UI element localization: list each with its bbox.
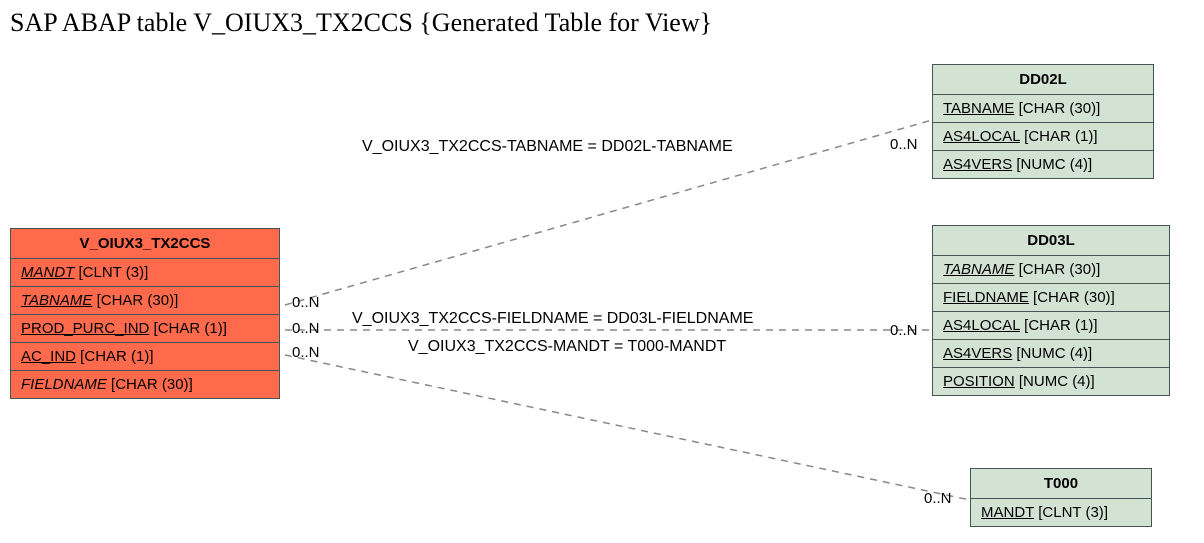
table-dd03l: DD03L TABNAME [CHAR (30)] FIELDNAME [CHA… — [932, 225, 1170, 396]
field-row: FIELDNAME [CHAR (30)] — [933, 284, 1169, 312]
field-row: AC_IND [CHAR (1)] — [11, 343, 279, 371]
field-row: FIELDNAME [CHAR (30)] — [11, 371, 279, 398]
cardinality: 0..N — [890, 322, 918, 339]
field-row: TABNAME [CHAR (30)] — [933, 95, 1153, 123]
table-dd02l: DD02L TABNAME [CHAR (30)] AS4LOCAL [CHAR… — [932, 64, 1154, 179]
field-row: AS4LOCAL [CHAR (1)] — [933, 123, 1153, 151]
cardinality: 0..N — [890, 136, 918, 153]
field-row: TABNAME [CHAR (30)] — [11, 287, 279, 315]
table-dd02l-header: DD02L — [933, 65, 1153, 95]
field-row: POSITION [NUMC (4)] — [933, 368, 1169, 395]
field-row: TABNAME [CHAR (30)] — [933, 256, 1169, 284]
page-title: SAP ABAP table V_OIUX3_TX2CCS {Generated… — [10, 8, 712, 38]
table-t000-header: T000 — [971, 469, 1151, 499]
field-row: AS4VERS [NUMC (4)] — [933, 151, 1153, 178]
cardinality: 0..N — [292, 294, 320, 311]
relation-label: V_OIUX3_TX2CCS-MANDT = T000-MANDT — [408, 338, 726, 356]
relation-label: V_OIUX3_TX2CCS-TABNAME = DD02L-TABNAME — [362, 138, 733, 156]
table-t000: T000 MANDT [CLNT (3)] — [970, 468, 1152, 527]
table-main: V_OIUX3_TX2CCS MANDT [CLNT (3)] TABNAME … — [10, 228, 280, 399]
cardinality: 0..N — [924, 490, 952, 507]
field-row: MANDT [CLNT (3)] — [971, 499, 1151, 526]
field-row: AS4VERS [NUMC (4)] — [933, 340, 1169, 368]
table-dd03l-header: DD03L — [933, 226, 1169, 256]
cardinality: 0..N — [292, 344, 320, 361]
field-row: AS4LOCAL [CHAR (1)] — [933, 312, 1169, 340]
relation-label: V_OIUX3_TX2CCS-FIELDNAME = DD03L-FIELDNA… — [352, 310, 753, 328]
field-row: MANDT [CLNT (3)] — [11, 259, 279, 287]
field-row: PROD_PURC_IND [CHAR (1)] — [11, 315, 279, 343]
cardinality: 0..N — [292, 320, 320, 337]
table-main-header: V_OIUX3_TX2CCS — [11, 229, 279, 259]
